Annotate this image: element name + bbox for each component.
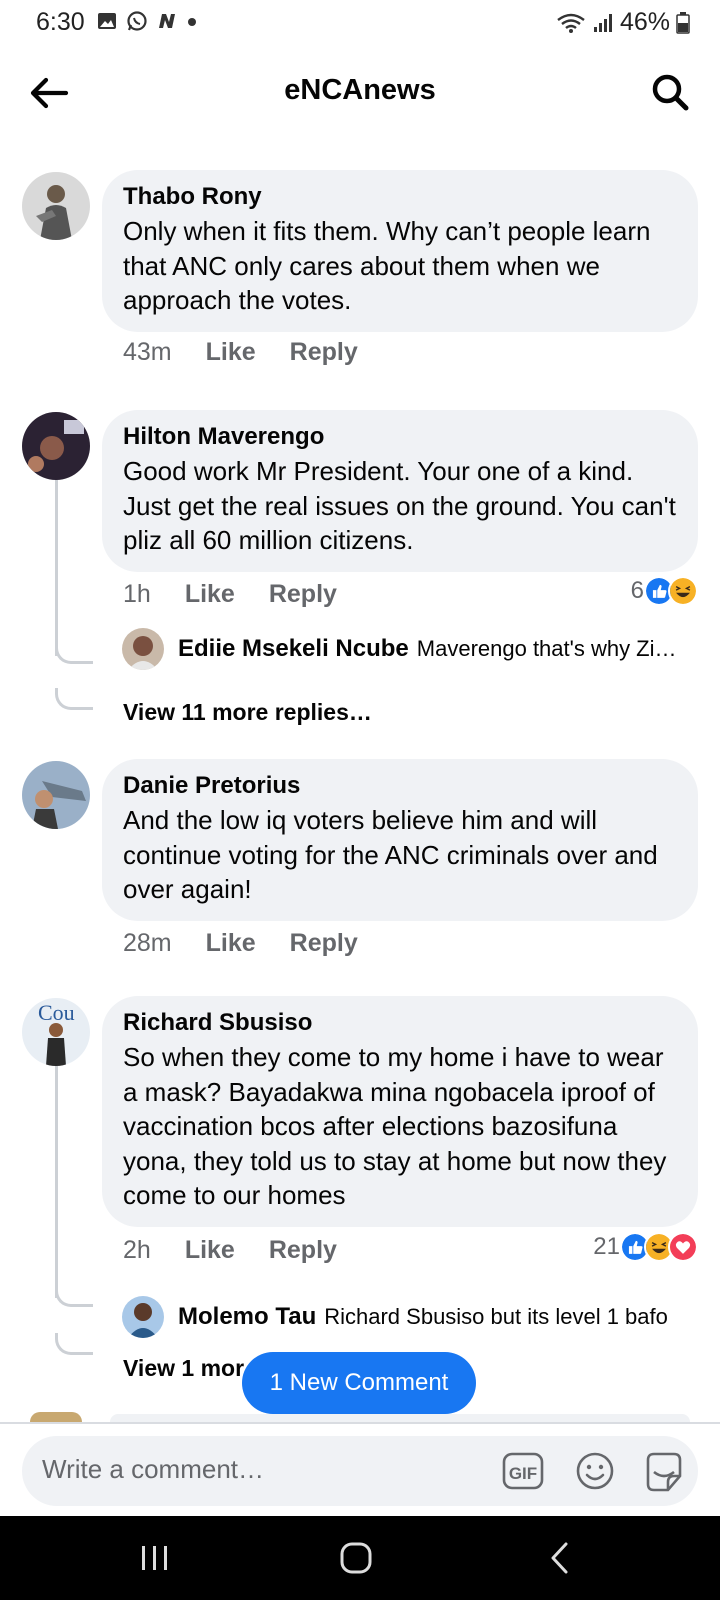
reaction-summary[interactable]: 6 [631,576,698,606]
thread-branch [55,1285,93,1307]
like-button[interactable]: Like [206,338,256,367]
comment-text: So when they come to my home i have to w… [123,1042,667,1210]
comment-text: And the low iq voters believe him and wi… [123,805,658,904]
comment-time: 2h [123,1236,151,1264]
reply-author[interactable]: Molemo Tau [178,1303,316,1331]
reaction-count: 21 [593,1233,620,1260]
comment-actions: 1h Like Reply [123,580,337,609]
reply-button[interactable]: Reply [290,338,358,367]
like-button[interactable]: Like [206,929,256,958]
svg-text:Cou: Cou [38,1000,75,1025]
view-more-replies[interactable]: View 11 more replies… [123,699,372,726]
home-icon[interactable] [337,1538,377,1578]
reply-button[interactable]: Reply [269,1236,337,1265]
dot-icon [188,18,196,26]
like-button[interactable]: Like [185,580,235,609]
thread-line [55,1064,58,1298]
comment-bubble[interactable]: Thabo Rony Only when it fits them. Why c… [102,170,698,332]
reply-text: Maverengo that's why Zi… [416,636,677,661]
comment-author[interactable]: Thabo Rony [123,182,678,212]
like-button[interactable]: Like [185,1236,235,1265]
comment-actions: 28m Like Reply [123,929,358,958]
app-header: eNCAnews [0,56,720,128]
comment-composer: Write a comment… GIF [0,1424,720,1516]
whatsapp-icon [127,11,147,31]
comment-bubble[interactable]: Richard Sbusiso So when they come to my … [102,996,698,1227]
emoji-icon[interactable] [574,1450,616,1492]
reply-avatar[interactable] [122,628,164,670]
view-more-replies[interactable]: View 1 mor [123,1355,244,1382]
comment-time: 43m [123,338,172,366]
love-icon [668,1232,698,1262]
reply-button[interactable]: Reply [290,929,358,958]
reply-preview[interactable]: Ediie Msekeli Ncube Maverengo that's why… [122,628,698,670]
notification-icons [96,10,198,32]
gif-icon[interactable]: GIF [502,1450,544,1492]
avatar[interactable]: Cou [22,998,90,1066]
thread-branch [55,1333,93,1355]
status-right: 46% [556,8,690,37]
n-app-icon [159,14,175,28]
thread-branch [55,688,93,710]
comment-author[interactable]: Richard Sbusiso [123,1008,678,1038]
reply-text: Richard Sbusiso but its level 1 bafo [324,1304,668,1329]
avatar[interactable] [22,412,90,480]
reply-avatar[interactable] [122,1296,164,1338]
comment-bubble[interactable]: Danie Pretorius And the low iq voters be… [102,759,698,921]
battery-icon [676,11,690,34]
gallery-icon [98,13,116,29]
gif-label: GIF [509,1464,537,1483]
reply-button[interactable]: Reply [269,580,337,609]
status-time: 6:30 [36,8,85,36]
system-nav-bar [0,1516,720,1600]
comment-text: Good work Mr President. Your one of a ki… [123,456,676,555]
new-comment-button[interactable]: 1 New Comment [242,1352,476,1414]
signal-icon [593,13,612,32]
comment-bubble[interactable]: Hilton Maverengo Good work Mr President.… [102,410,698,572]
comment-input[interactable]: Write a comment… GIF [22,1436,698,1506]
avatar[interactable] [22,172,90,240]
comment-text: Only when it fits them. Why can’t people… [123,216,651,315]
next-comment-bubble-peek [110,1414,690,1422]
back-icon[interactable] [540,1538,580,1578]
avatar[interactable] [22,761,90,829]
haha-icon [668,576,698,606]
recents-icon[interactable] [135,1538,175,1578]
reply-preview[interactable]: Molemo Tau Richard Sbusiso but its level… [122,1296,698,1338]
thread-line [55,478,58,656]
sticker-icon[interactable] [642,1450,686,1494]
thread-branch [55,642,93,664]
comment-actions: 43m Like Reply [123,338,358,367]
wifi-icon [557,13,585,33]
comment-time: 28m [123,929,172,957]
comment-time: 1h [123,580,151,608]
reaction-count: 6 [630,577,644,604]
reply-author[interactable]: Ediie Msekeli Ncube [178,635,409,663]
reaction-summary[interactable]: 21 [593,1232,698,1262]
comment-author[interactable]: Danie Pretorius [123,771,678,801]
comment-author[interactable]: Hilton Maverengo [123,422,678,452]
comment-actions: 2h Like Reply [123,1236,337,1265]
search-icon[interactable] [648,70,692,114]
page-title: eNCAnews [284,74,436,106]
status-bar: 6:30 46% [0,0,720,46]
battery-percent: 46% [619,8,670,36]
comment-input-placeholder: Write a comment… [42,1454,265,1484]
next-comment-peek [30,1412,82,1422]
